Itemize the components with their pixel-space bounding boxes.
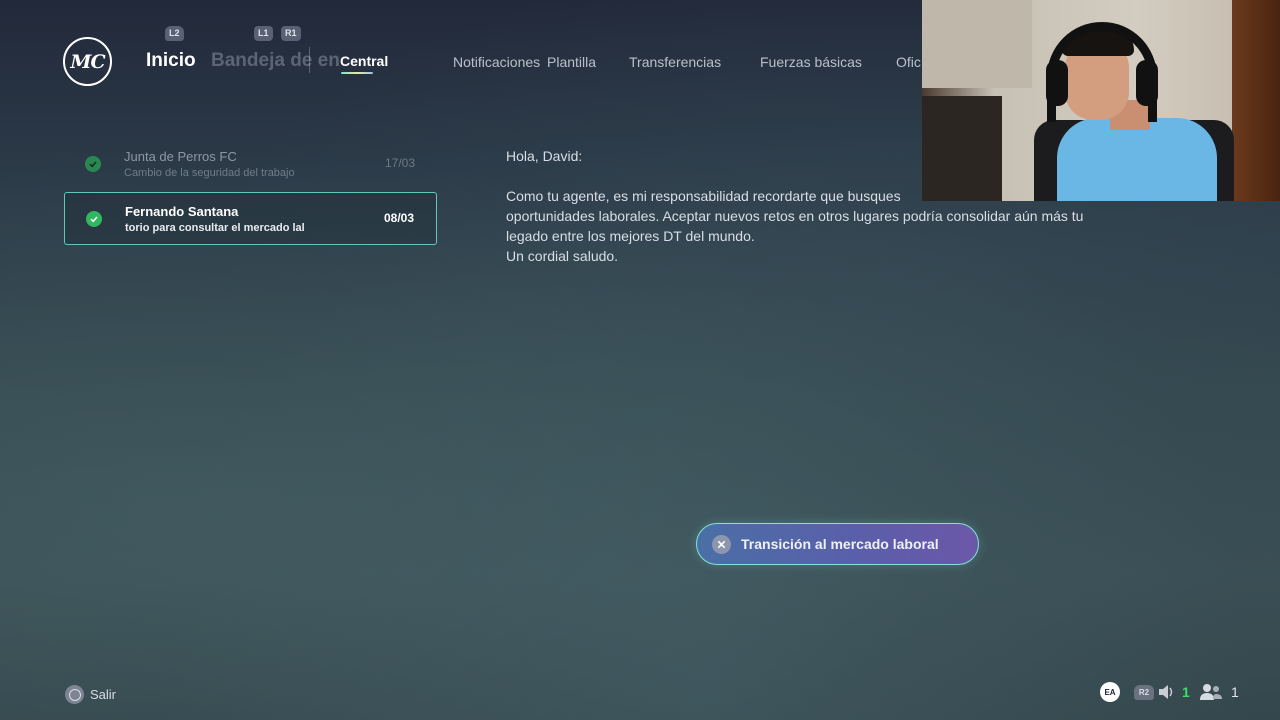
active-tab-indicator [341, 72, 373, 74]
party-members-icon [1200, 684, 1222, 700]
circle-button-icon[interactable] [65, 685, 84, 704]
nav-oficina[interactable]: Ofic [896, 54, 921, 70]
speaker-icon [1159, 685, 1173, 699]
l1-button-hint: L1 [254, 26, 273, 41]
tab-bandeja[interactable]: Bandeja de en [211, 50, 340, 72]
party-count: 1 [1231, 684, 1239, 700]
r1-button-hint: R1 [281, 26, 301, 41]
job-market-transition-button[interactable]: Transición al mercado laboral [696, 523, 979, 565]
mail-sender: Junta de Perros FC [124, 149, 237, 164]
mail-sender: Fernando Santana [125, 204, 239, 219]
r2-button-hint: R2 [1134, 685, 1154, 700]
mail-subject: torio para consultar el mercado lal [125, 222, 305, 234]
cross-button-icon [712, 534, 731, 554]
nav-plantilla[interactable]: Plantilla [547, 54, 596, 70]
nav-transferencias[interactable]: Transferencias [629, 54, 721, 70]
tab-divider [309, 47, 310, 73]
inbox-item[interactable]: Junta de Perros FC Cambio de la segurida… [64, 138, 437, 191]
message-line: legado entre los mejores DT del mundo. [506, 228, 755, 244]
mail-date: 17/03 [384, 156, 415, 170]
message-line: oportunidades laborales. Aceptar nuevos … [506, 208, 1084, 224]
read-check-icon [86, 211, 102, 227]
ea-icon: EA [1100, 682, 1120, 702]
exit-label[interactable]: Salir [90, 687, 116, 702]
streamer-webcam [922, 0, 1280, 201]
nav-notificaciones[interactable]: Notificaciones [453, 54, 540, 70]
career-mode-logo: MC [63, 37, 112, 86]
l2-button-hint: L2 [165, 26, 184, 41]
logo-text: MC [70, 50, 105, 73]
message-signoff: Un cordial saludo. [506, 248, 619, 264]
mail-date: 08/03 [383, 211, 414, 225]
tab-central[interactable]: Central [340, 53, 388, 69]
inbox-item-selected[interactable]: Fernando Santana torio para consultar el… [64, 192, 437, 245]
voice-count: 1 [1182, 684, 1190, 700]
action-label: Transición al mercado laboral [741, 536, 939, 552]
mail-subject: Cambio de la seguridad del trabajo [124, 167, 295, 179]
nav-fuerzas-basicas[interactable]: Fuerzas básicas [760, 54, 862, 70]
tab-inicio[interactable]: Inicio [146, 50, 196, 72]
read-check-icon [85, 156, 101, 172]
